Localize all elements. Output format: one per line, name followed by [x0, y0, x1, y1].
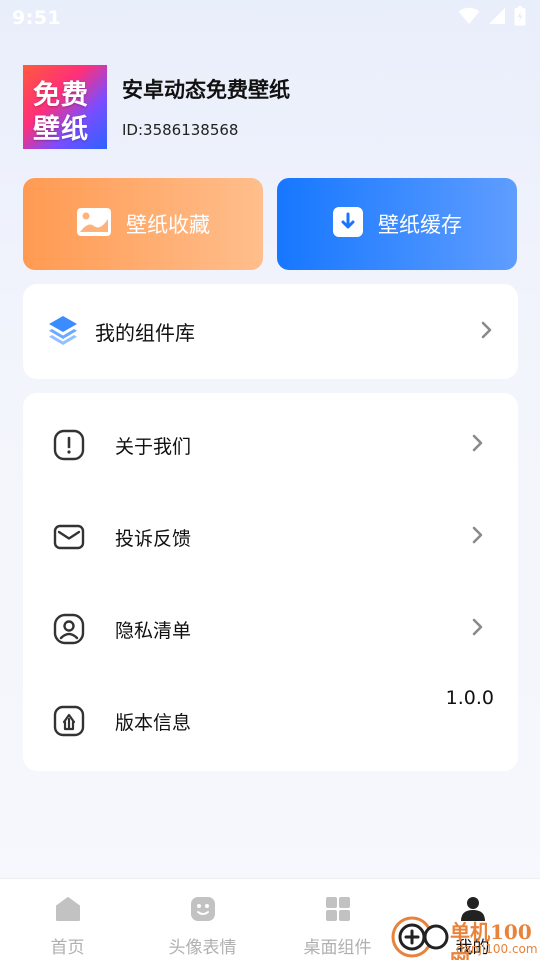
status-bar: 9:51: [0, 0, 540, 36]
chevron-right-icon: [480, 320, 494, 344]
nav-tab-label: 桌面组件: [303, 938, 372, 958]
watermark-url: danji100.com: [456, 942, 538, 956]
wallpaper-favorites-label: 壁纸收藏: [126, 213, 210, 237]
version-number: 1.0.0: [445, 687, 494, 709]
signal-icon: [488, 7, 506, 29]
my-widgets-card[interactable]: 我的组件库: [23, 284, 518, 379]
user-id: ID:3586138568: [122, 121, 239, 139]
wifi-icon: [458, 7, 480, 29]
nav-tab-desktop-widgets[interactable]: 桌面组件: [270, 879, 405, 960]
upload-icon: [53, 705, 85, 737]
mail-icon: [53, 521, 85, 553]
menu-item-feedback[interactable]: 投诉反馈: [23, 491, 518, 583]
layers-icon: [47, 314, 79, 350]
menu-item-version-info[interactable]: 版本信息 1.0.0: [23, 675, 518, 767]
chevron-right-icon: [471, 617, 485, 641]
menu-item-label: 隐私清单: [115, 619, 192, 642]
menu-item-label: 关于我们: [115, 435, 192, 458]
home-icon: [54, 895, 82, 927]
nav-tab-label: 头像表情: [168, 938, 237, 958]
profile-header: 免费 壁纸 安卓动态免费壁纸 ID:3586138568: [23, 65, 290, 149]
app-logo: 免费 壁纸: [23, 65, 107, 149]
download-icon: [332, 206, 364, 243]
wallpaper-cache-button[interactable]: 壁纸缓存: [277, 178, 517, 270]
wallpaper-favorites-button[interactable]: 壁纸收藏: [23, 178, 263, 270]
site-watermark: 单机100网 danji100.com: [390, 914, 540, 960]
my-widgets-label: 我的组件库: [95, 321, 195, 345]
menu-item-privacy-list[interactable]: 隐私清单: [23, 583, 518, 675]
profile-info: 安卓动态免费壁纸 ID:3586138568: [122, 75, 290, 139]
logo-text-line2: 壁纸: [33, 114, 89, 145]
face-icon: [189, 895, 217, 927]
menu-item-label: 投诉反馈: [115, 527, 192, 550]
app-name: 安卓动态免费壁纸: [122, 78, 290, 102]
image-icon: [76, 207, 112, 242]
status-icons: [458, 6, 526, 30]
battery-icon: [514, 6, 526, 30]
user-shield-icon: [53, 613, 85, 645]
chevron-right-icon: [471, 433, 485, 457]
menu-item-about-us[interactable]: 关于我们: [23, 399, 518, 491]
watermark-logo-icon: [391, 916, 449, 958]
menu-item-label: 版本信息: [115, 711, 192, 734]
chevron-right-icon: [471, 525, 485, 549]
nav-tab-label: 首页: [50, 938, 85, 958]
nav-tab-avatar-stickers[interactable]: 头像表情: [135, 879, 270, 960]
info-icon: [53, 429, 85, 461]
wallpaper-cache-label: 壁纸缓存: [378, 213, 462, 237]
status-time: 9:51: [12, 7, 62, 29]
grid-icon: [324, 895, 352, 927]
settings-menu-card: 关于我们 投诉反馈 隐私清单 版本信息 1.0.0: [23, 393, 518, 771]
nav-tab-home[interactable]: 首页: [0, 879, 135, 960]
profile-screen: 9:51 免费 壁纸 安卓动态免费壁纸 ID:3586138568 壁纸收藏 壁…: [0, 0, 540, 960]
